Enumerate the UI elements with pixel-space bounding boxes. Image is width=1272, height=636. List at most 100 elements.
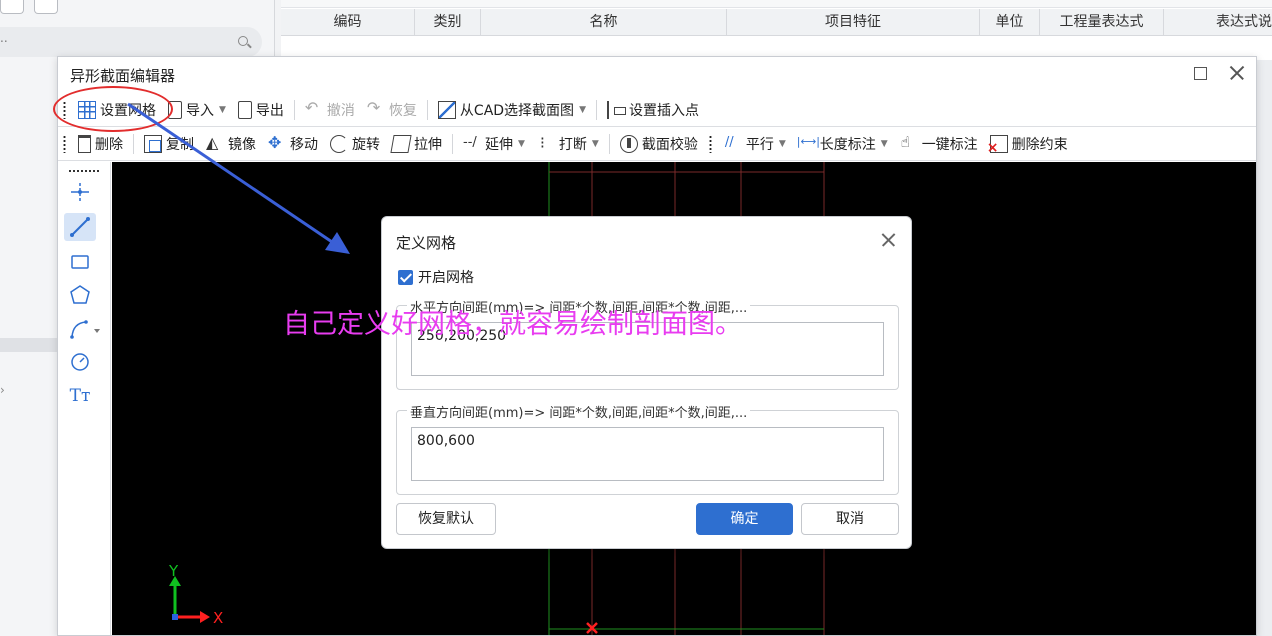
rotate-icon	[330, 134, 348, 153]
editor-title: 异形截面编辑器	[70, 67, 176, 85]
toolbar-separator	[608, 133, 610, 154]
move-button[interactable]: 移动	[262, 130, 324, 158]
background-toolbar-icon	[34, 0, 58, 14]
break-button[interactable]: 打断▼	[531, 130, 605, 158]
close-icon[interactable]	[1228, 64, 1246, 82]
stretch-button[interactable]: 拉伸	[386, 130, 448, 158]
line-icon	[70, 217, 90, 237]
delete-constraint-icon	[987, 134, 1008, 156]
maximize-icon[interactable]	[1194, 67, 1207, 80]
delete-button[interactable]: 删除	[72, 130, 129, 158]
column-header[interactable]: 表达式说	[1164, 9, 1272, 36]
background-divider	[0, 338, 57, 352]
extend-icon	[463, 135, 481, 153]
parallel-icon	[724, 135, 742, 153]
toolbar-separator	[595, 99, 597, 120]
enable-grid-checkbox[interactable]: 开启网格	[398, 267, 474, 287]
circle-icon	[71, 353, 89, 371]
vertical-spacing-legend: 垂直方向间距(mm)=> 间距*个数,间距,间距*个数,间距,...	[407, 402, 751, 421]
redo-icon	[367, 98, 385, 119]
redo-button[interactable]: 恢复	[361, 96, 423, 124]
column-header[interactable]: 项目特征	[727, 9, 980, 36]
column-header[interactable]: 类别	[415, 9, 481, 36]
ok-button[interactable]: 确定	[696, 503, 793, 535]
draw-palette: Tт	[58, 162, 111, 635]
palette-grip[interactable]	[68, 170, 100, 172]
export-button[interactable]: 导出	[232, 96, 290, 124]
annotation-highlight-ellipse	[53, 86, 173, 132]
circle-tool[interactable]	[64, 348, 96, 376]
editor-titlebar: 异形截面编辑器	[58, 57, 1256, 91]
dropdown-caret-icon[interactable]: ▼	[579, 105, 586, 115]
dialog-title: 定义网格	[396, 234, 457, 252]
vertical-spacing-group: 垂直方向间距(mm)=> 间距*个数,间距,间距*个数,间距,... 800,6…	[396, 402, 899, 495]
copy-button[interactable]: 复制	[138, 130, 200, 158]
stretch-icon	[390, 134, 412, 153]
y-axis-label: Y	[168, 562, 179, 580]
toolbar-grip[interactable]	[708, 134, 712, 153]
polygon-tool[interactable]	[64, 281, 96, 309]
delete-constraint-button[interactable]: 删除约束	[984, 130, 1074, 158]
ellipsis-icon: ..	[0, 31, 8, 45]
toolbar-grip[interactable]	[63, 134, 66, 153]
parallel-button[interactable]: 平行▼	[718, 130, 792, 158]
cad-select-icon	[437, 100, 456, 119]
dropdown-caret-icon[interactable]: ▼	[881, 139, 888, 149]
length-dimension-icon	[797, 135, 820, 153]
delete-icon	[78, 134, 91, 153]
text-tool[interactable]: Tт	[64, 382, 96, 410]
arc-tool[interactable]	[64, 315, 100, 343]
copy-icon	[144, 134, 162, 153]
point-tool[interactable]	[64, 178, 96, 206]
point-icon	[71, 183, 89, 201]
undo-button[interactable]: 撤消	[299, 96, 361, 124]
toolbar-separator	[452, 133, 453, 154]
dropdown-caret-icon[interactable]: ▼	[518, 139, 525, 149]
define-grid-dialog: 定义网格 开启网格 水平方向间距(mm)=> 间距*个数,间距,间距*个数,间距…	[381, 216, 912, 549]
checkbox-checked-icon[interactable]	[398, 269, 413, 285]
table-header-row: 编码 类别 名称 项目特征 单位 工程量表达式 表达式说	[281, 9, 1272, 36]
mirror-button[interactable]: 镜像	[200, 130, 262, 158]
length-dimension-button[interactable]: 长度标注▼	[792, 130, 894, 158]
restore-default-button[interactable]: 恢复默认	[396, 503, 496, 535]
one-key-dimension-button[interactable]: 一键标注	[894, 130, 984, 158]
x-axis-label: X	[213, 609, 223, 627]
background-table-toolbar	[281, 0, 1272, 8]
dropdown-caret-icon[interactable]: ▼	[779, 139, 786, 149]
vertical-spacing-input[interactable]: 800,600	[411, 427, 884, 481]
cad-select-section-button[interactable]: 从CAD选择截面图 ▼	[432, 96, 592, 124]
editor-toolbar-main: 设置网格 导入▼ 导出 撤消 恢复 从CAD选择截面图▼ 设置插入点	[58, 93, 1256, 127]
dropdown-caret-icon[interactable]: ▼	[219, 105, 226, 115]
editor-toolbar-edit: 删除 复制 镜像 移动 旋转 拉伸 延伸▼ 打断▼ 截面校验 平行▼ 长度标注▼…	[58, 127, 1256, 161]
set-insert-point-button[interactable]: 设置插入点	[601, 96, 705, 124]
column-header[interactable]: 单位	[980, 9, 1040, 36]
export-icon	[237, 100, 252, 119]
column-header[interactable]: 工程量表达式	[1040, 9, 1164, 36]
rectangle-tool[interactable]	[64, 248, 96, 276]
background-search-box[interactable]: ..	[0, 27, 262, 57]
one-key-dimension-icon	[900, 133, 918, 153]
dropdown-caret-icon[interactable]: ▼	[592, 139, 599, 149]
cancel-button[interactable]: 取消	[801, 503, 899, 535]
section-check-icon	[619, 134, 638, 153]
enable-grid-label: 开启网格	[418, 270, 474, 286]
text-icon: Tт	[69, 386, 91, 406]
column-header[interactable]: 名称	[481, 9, 727, 36]
move-icon	[268, 133, 286, 153]
background-toolbar-icon	[0, 0, 24, 14]
toolbar-separator	[293, 99, 295, 120]
toolbar-separator	[133, 133, 134, 154]
extend-button[interactable]: 延伸▼	[457, 130, 531, 158]
line-tool[interactable]	[64, 213, 96, 241]
mirror-icon	[206, 133, 224, 153]
axis-indicator: Y X	[168, 562, 223, 627]
search-icon	[238, 36, 248, 46]
undo-icon	[305, 98, 323, 119]
arc-icon	[70, 320, 100, 339]
rotate-button[interactable]: 旋转	[324, 130, 386, 158]
close-icon[interactable]	[881, 232, 896, 247]
section-check-button[interactable]: 截面校验	[614, 130, 704, 158]
toolbar-separator	[426, 99, 428, 120]
column-header[interactable]: 编码	[281, 9, 415, 36]
break-icon	[537, 133, 555, 153]
